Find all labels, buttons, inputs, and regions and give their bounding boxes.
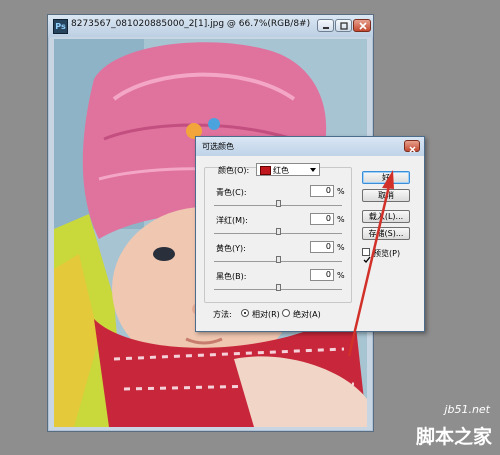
watermark: jb51.net 脚本之家 (380, 402, 500, 455)
watermark-name: 脚本之家 (415, 426, 492, 448)
annotation-arrow (347, 170, 394, 357)
watermark-url: jb51.net (444, 403, 490, 416)
